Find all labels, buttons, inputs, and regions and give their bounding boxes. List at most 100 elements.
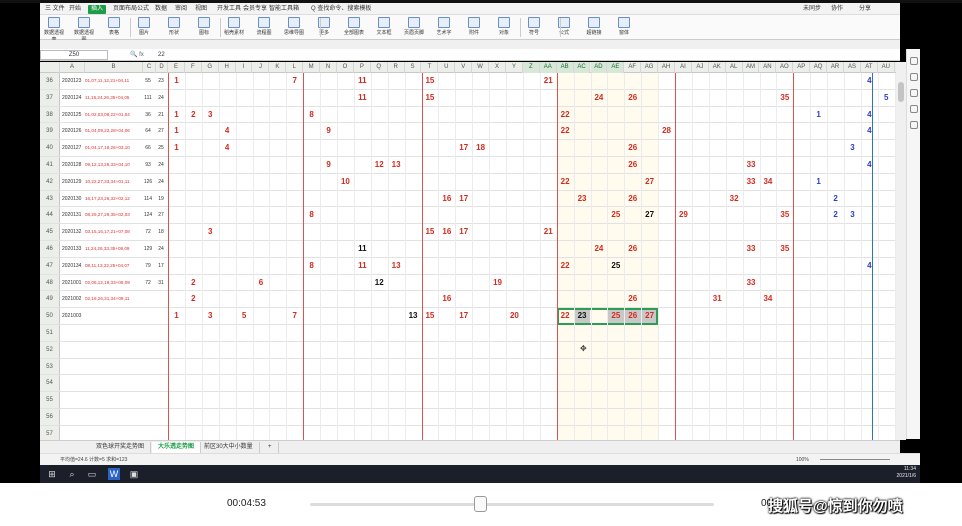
column-header[interactable]: Z <box>522 62 540 73</box>
row-number[interactable]: 42 <box>40 173 60 190</box>
number-cell[interactable]: 3 <box>202 107 219 123</box>
menu-item[interactable]: 视图 <box>192 5 210 14</box>
number-cell[interactable]: 26 <box>624 241 641 257</box>
number-cell[interactable]: 3 <box>202 224 219 240</box>
column-header[interactable]: M <box>303 62 321 73</box>
number-cell[interactable]: 9 <box>320 157 337 173</box>
column-header[interactable]: A <box>60 62 85 73</box>
number-cell[interactable]: 26 <box>624 291 641 307</box>
number-cell[interactable]: 22 <box>557 174 574 190</box>
task-view-icon[interactable]: ▭ <box>86 468 98 480</box>
column-header[interactable]: J <box>253 62 270 73</box>
ribbon-button[interactable]: 窗体 <box>612 16 636 39</box>
ribbon-button[interactable]: 文本框 <box>372 16 396 39</box>
property-icon[interactable] <box>909 89 918 97</box>
spreadsheet-grid[interactable]: A B C D E F G H I J K L M N O P Q R S T U V W X Y Z AA AB AC AD AE AF AG… <box>40 62 896 440</box>
scrollbar-thumb[interactable] <box>898 82 904 102</box>
number-cell[interactable]: 16 <box>438 291 455 307</box>
number-cell[interactable]: 4 <box>861 258 878 274</box>
row-number[interactable]: 36 <box>40 73 60 89</box>
ribbon-button[interactable]: 形状 <box>162 16 186 39</box>
column-header[interactable]: T <box>422 62 439 73</box>
number-cell[interactable]: 15 <box>422 73 439 89</box>
column-header[interactable]: B <box>85 62 143 73</box>
ribbon-button[interactable]: 符号 <box>522 16 546 39</box>
row-number[interactable]: 49 <box>40 291 60 308</box>
number-cell[interactable]: 15 <box>422 90 439 106</box>
formula-input[interactable]: 22 <box>158 50 858 60</box>
number-cell[interactable]: 26 <box>624 157 641 173</box>
menu-right-item[interactable]: 分享 <box>856 5 874 14</box>
number-cell[interactable]: 17 <box>455 308 472 324</box>
column-header[interactable]: E <box>168 62 185 73</box>
ribbon-button[interactable]: 对象 <box>492 16 516 39</box>
number-cell[interactable]: 17 <box>455 224 472 240</box>
column-header[interactable]: AQ <box>810 62 828 73</box>
app-icon[interactable]: ▣ <box>128 468 140 480</box>
progress-handle[interactable] <box>473 496 487 512</box>
column-header[interactable]: W <box>472 62 490 73</box>
ribbon-button[interactable]: 页眉页脚 <box>402 16 426 39</box>
number-cell[interactable]: 22 <box>557 258 574 274</box>
column-header[interactable]: AH <box>658 62 675 73</box>
number-cell[interactable]: 1 <box>168 140 185 156</box>
ribbon-button[interactable]: 艺术字 <box>432 16 456 39</box>
row-number[interactable]: 38 <box>40 106 60 123</box>
column-header[interactable]: AP <box>793 62 811 73</box>
number-cell[interactable]: 29 <box>675 207 692 223</box>
number-cell[interactable]: 22 <box>557 107 574 123</box>
number-cell[interactable]: 34 <box>760 291 777 307</box>
number-cell[interactable]: 33 <box>743 241 760 257</box>
column-header[interactable]: AD <box>590 62 608 73</box>
sheet-tab[interactable]: 前区30大中小数量 <box>198 442 260 453</box>
number-cell[interactable]: 7 <box>286 308 303 324</box>
ribbon-button[interactable]: 全部图表 <box>342 16 366 39</box>
ribbon-button[interactable]: 流程图 <box>252 16 276 39</box>
number-cell[interactable]: 22 <box>557 123 574 139</box>
ribbon-button[interactable]: 图片 <box>132 16 156 39</box>
number-cell[interactable]: 9 <box>320 123 337 139</box>
taskbar-clock[interactable]: 11:34 2021/1/6 <box>897 466 916 480</box>
number-cell[interactable]: 17 <box>455 140 472 156</box>
column-header[interactable]: V <box>455 62 473 73</box>
number-cell[interactable]: 11 <box>354 258 371 274</box>
column-header[interactable]: AC <box>573 62 591 73</box>
column-header[interactable]: G <box>202 62 219 73</box>
number-cell[interactable]: 21 <box>540 224 557 240</box>
number-cell[interactable]: 32 <box>726 191 743 207</box>
ribbon-button[interactable]: 表格 <box>102 16 126 39</box>
menu-right-item[interactable]: 未同步 <box>800 5 824 14</box>
row-number[interactable]: 44 <box>40 207 60 224</box>
number-cell[interactable]: 3 <box>844 207 861 223</box>
column-header[interactable]: L <box>286 62 304 73</box>
number-cell[interactable]: 33 <box>743 157 760 173</box>
number-cell[interactable]: 2 <box>185 107 202 123</box>
row-number[interactable]: 48 <box>40 274 60 291</box>
column-header[interactable]: AB <box>556 62 574 73</box>
row-number[interactable]: 52 <box>40 341 60 358</box>
number-cell[interactable]: 26 <box>624 140 641 156</box>
column-header[interactable]: U <box>438 62 456 73</box>
number-cell[interactable]: 1 <box>168 107 185 123</box>
number-cell[interactable]: 15 <box>422 224 439 240</box>
row-number[interactable]: 39 <box>40 123 60 140</box>
number-cell[interactable]: 13 <box>405 308 422 324</box>
column-header[interactable]: X <box>489 62 506 73</box>
number-cell[interactable]: 27 <box>641 174 658 190</box>
number-cell[interactable]: 11 <box>354 73 371 89</box>
ribbon-button[interactable]: 图标 <box>192 16 216 39</box>
number-cell[interactable]: 23 <box>574 191 591 207</box>
menu-item[interactable]: 三 文件 <box>42 5 68 14</box>
select-icon[interactable] <box>909 57 918 65</box>
search-icon[interactable]: ⌕ <box>66 468 78 480</box>
ribbon-button[interactable]: 数据透视表 <box>42 16 66 43</box>
number-cell[interactable]: 26 <box>624 90 641 106</box>
menu-item[interactable]: 智能工具箱 <box>266 5 302 14</box>
fx-icon[interactable]: 🔍 fx <box>130 50 160 60</box>
number-cell[interactable]: 13 <box>388 157 405 173</box>
number-cell[interactable]: 18 <box>472 140 489 156</box>
number-cell[interactable]: 8 <box>303 107 320 123</box>
select-all-corner[interactable] <box>40 62 60 73</box>
number-cell[interactable]: 27 <box>641 207 658 223</box>
column-header[interactable]: H <box>219 62 236 73</box>
